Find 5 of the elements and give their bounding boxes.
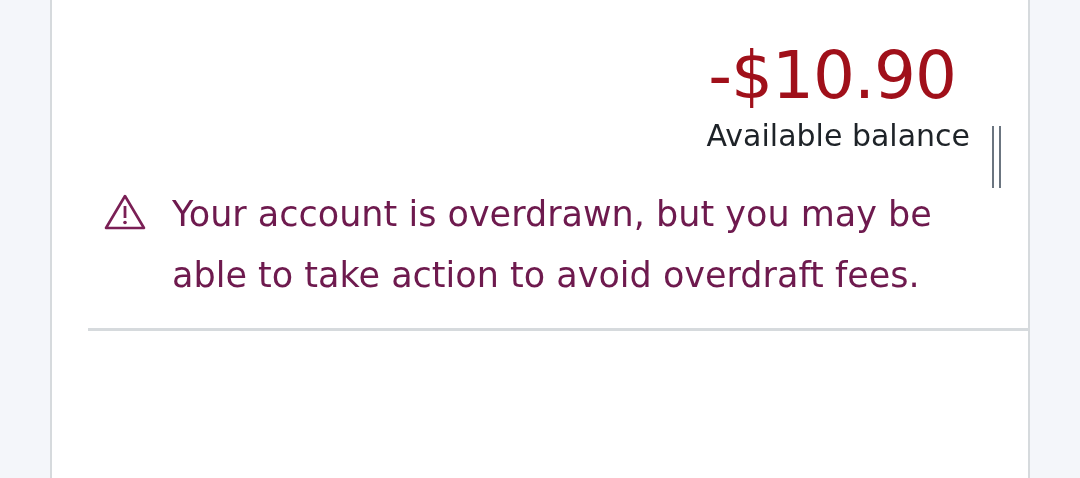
- balance-label: Available balance: [706, 117, 970, 155]
- double-line-icon: [992, 126, 1002, 188]
- overdraft-message: Your account is overdrawn, but you may be able to take action to avoid overdraft fees.: [172, 193, 933, 297]
- balance-amount: -$10.90: [708, 38, 956, 114]
- warning-icon: [104, 194, 146, 230]
